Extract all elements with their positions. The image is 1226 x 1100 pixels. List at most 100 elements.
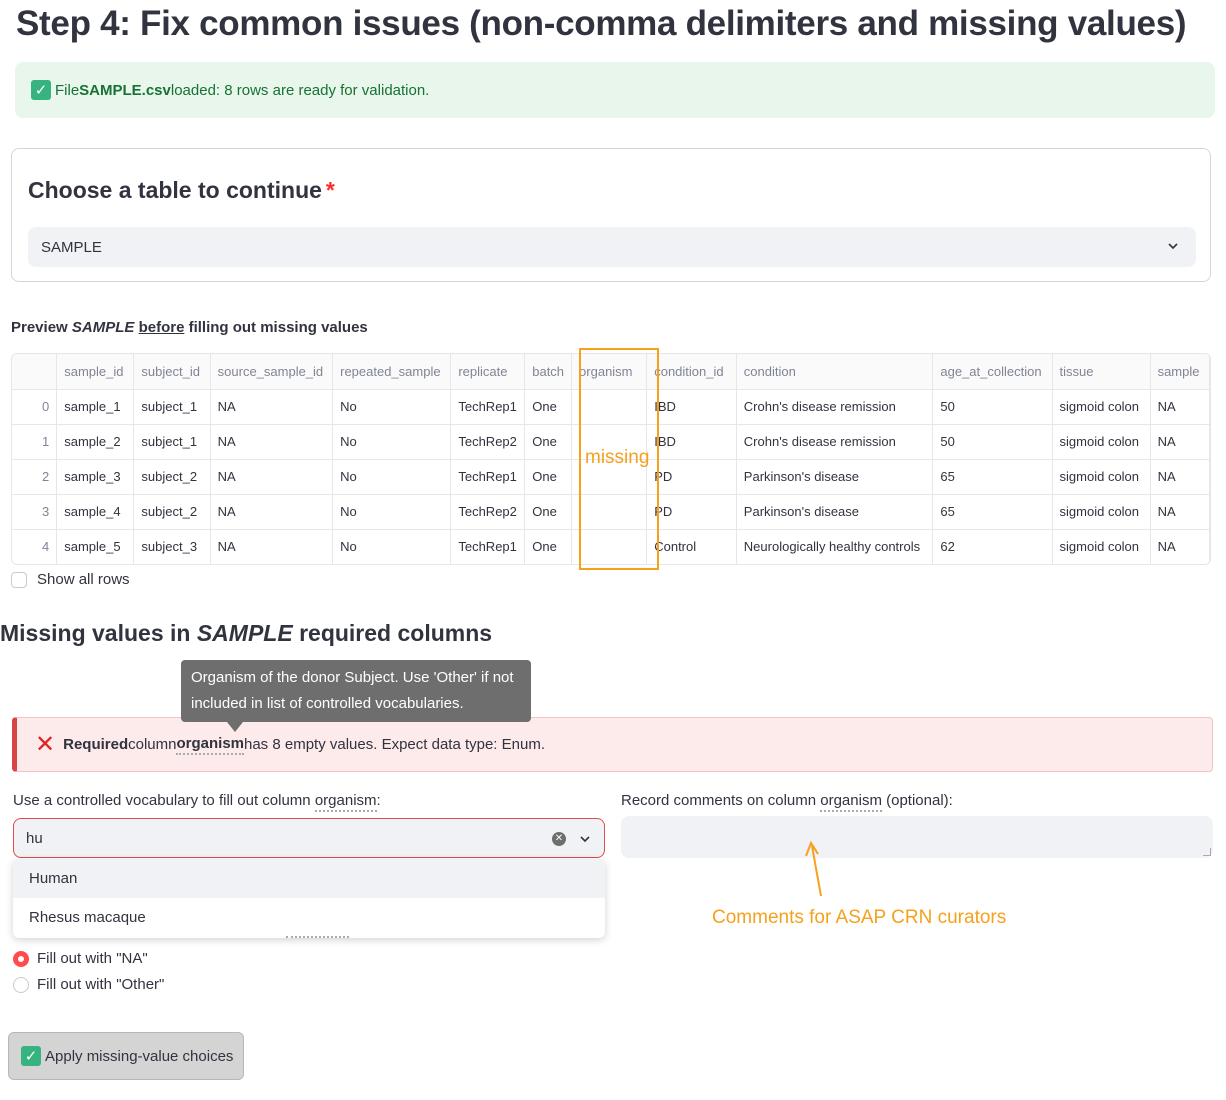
table-cell[interactable]: sample_2 xyxy=(56,424,135,460)
table-cell[interactable]: Crohn's disease remission xyxy=(736,389,934,425)
clear-icon[interactable]: ✕ xyxy=(552,832,566,846)
column-header[interactable]: batch xyxy=(524,354,573,390)
radio-fill-na[interactable]: Fill out with "NA" xyxy=(13,950,148,967)
table-cell[interactable]: NA xyxy=(1150,389,1210,425)
table-cell[interactable]: TechRep2 xyxy=(450,494,526,530)
comments-label-column[interactable]: organism xyxy=(820,792,882,812)
success-filename: SAMPLE.csv xyxy=(79,81,171,99)
table-cell[interactable]: NA xyxy=(210,424,334,460)
table-cell[interactable]: IBD xyxy=(646,389,737,425)
row-index[interactable]: 2 xyxy=(12,459,58,495)
vocab-label-column[interactable]: organism xyxy=(314,792,377,812)
table-cell[interactable]: 50 xyxy=(932,389,1053,425)
vocab-select-input[interactable]: hu ✕ xyxy=(13,818,605,858)
table-select-dropdown[interactable]: SAMPLE xyxy=(28,227,1196,267)
column-header[interactable]: subject_id xyxy=(133,354,211,390)
table-cell[interactable]: PD xyxy=(646,459,737,495)
column-header[interactable] xyxy=(12,354,58,390)
table-cell[interactable]: sigmoid colon xyxy=(1052,389,1151,425)
table-cell[interactable]: No xyxy=(332,494,452,530)
show-all-rows-checkbox[interactable]: Show all rows xyxy=(11,571,130,588)
radio-fill-other[interactable]: Fill out with "Other" xyxy=(13,976,164,993)
vocab-option-rhesus-macaque[interactable]: Rhesus macaque xyxy=(13,898,605,937)
table-cell[interactable]: TechRep1 xyxy=(450,389,526,425)
table-cell[interactable]: One xyxy=(524,529,573,564)
table-cell[interactable]: subject_3 xyxy=(133,529,211,564)
row-index[interactable]: 0 xyxy=(12,389,58,425)
table-cell[interactable]: subject_2 xyxy=(133,494,211,530)
table-cell[interactable]: TechRep2 xyxy=(450,424,526,460)
column-header[interactable]: sample_id xyxy=(56,354,135,390)
table-cell[interactable]: 65 xyxy=(932,494,1053,530)
column-header[interactable]: age_at_collection xyxy=(932,354,1053,390)
table-cell[interactable]: One xyxy=(524,494,573,530)
comments-textarea[interactable] xyxy=(621,816,1213,858)
table-cell[interactable]: One xyxy=(524,389,573,425)
table-cell[interactable]: 62 xyxy=(932,529,1053,564)
column-header[interactable]: source_sample_id xyxy=(210,354,334,390)
table-cell[interactable]: sigmoid colon xyxy=(1052,529,1151,564)
table-cell[interactable]: subject_2 xyxy=(133,459,211,495)
radio-selected-icon[interactable] xyxy=(13,950,29,967)
table-cell[interactable]: sample_1 xyxy=(56,389,135,425)
table-cell[interactable]: 50 xyxy=(932,424,1053,460)
table-cell[interactable]: 65 xyxy=(932,459,1053,495)
table-cell[interactable]: PD xyxy=(646,494,737,530)
table-cell[interactable]: Control xyxy=(646,529,737,564)
table-cell[interactable]: No xyxy=(332,389,452,425)
table-cell[interactable]: NA xyxy=(210,459,334,495)
missing-title-suffix: required columns xyxy=(292,620,493,646)
table-cell[interactable]: IBD xyxy=(646,424,737,460)
table-cell[interactable]: sigmoid colon xyxy=(1052,459,1151,495)
table-cell[interactable]: NA xyxy=(210,389,334,425)
table-cell[interactable]: sigmoid colon xyxy=(1052,424,1151,460)
table-cell[interactable]: Neurologically healthy controls xyxy=(736,529,934,564)
radio-na-label: Fill out with "NA" xyxy=(37,950,148,967)
vocab-option-human[interactable]: Human xyxy=(13,859,605,898)
preview-label: Preview SAMPLE before filling out missin… xyxy=(11,319,368,336)
table-cell[interactable]: One xyxy=(524,424,573,460)
table-cell[interactable]: sample_3 xyxy=(56,459,135,495)
table-cell[interactable]: TechRep1 xyxy=(450,529,526,564)
column-header[interactable]: tissue xyxy=(1052,354,1151,390)
preview-label-suffix: filling out missing values xyxy=(184,319,368,336)
table-cell[interactable]: subject_1 xyxy=(133,424,211,460)
row-index[interactable]: 3 xyxy=(12,494,58,530)
table-cell[interactable]: TechRep1 xyxy=(450,459,526,495)
preview-label-prefix: Preview xyxy=(11,319,72,336)
chevron-down-icon[interactable] xyxy=(580,834,590,844)
column-header[interactable]: condition_id xyxy=(646,354,737,390)
column-header[interactable]: replicate xyxy=(450,354,526,390)
table-cell[interactable]: Parkinson's disease xyxy=(736,459,934,495)
table-cell[interactable]: NA xyxy=(1150,459,1210,495)
table-cell[interactable]: NA xyxy=(210,529,334,564)
table-cell[interactable]: NA xyxy=(1150,494,1210,530)
column-header[interactable]: sample xyxy=(1150,354,1210,390)
table-cell[interactable]: NA xyxy=(1150,424,1210,460)
table-cell[interactable]: Parkinson's disease xyxy=(736,494,934,530)
row-index[interactable]: 4 xyxy=(12,529,58,564)
vocab-label: Use a controlled vocabulary to fill out … xyxy=(13,792,381,812)
hidden-label-underline xyxy=(286,936,349,938)
table-cell[interactable]: NA xyxy=(1150,529,1210,564)
table-cell[interactable]: Crohn's disease remission xyxy=(736,424,934,460)
error-column-name[interactable]: organism xyxy=(176,735,244,755)
table-cell[interactable]: sample_4 xyxy=(56,494,135,530)
table-cell[interactable]: sample_5 xyxy=(56,529,135,564)
table-cell[interactable]: One xyxy=(524,459,573,495)
table-cell[interactable]: subject_1 xyxy=(133,389,211,425)
radio-unselected-icon[interactable] xyxy=(13,976,29,993)
show-all-rows-label: Show all rows xyxy=(37,571,130,588)
resize-handle-icon[interactable] xyxy=(1203,848,1211,856)
table-cell[interactable]: No xyxy=(332,459,452,495)
apply-button-label: Apply missing-value choices xyxy=(45,1047,234,1065)
table-cell[interactable]: No xyxy=(332,424,452,460)
table-cell[interactable]: NA xyxy=(210,494,334,530)
table-cell[interactable]: No xyxy=(332,529,452,564)
column-header[interactable]: condition xyxy=(736,354,934,390)
checkbox-box[interactable] xyxy=(11,571,27,588)
column-header[interactable]: repeated_sample xyxy=(332,354,452,390)
table-cell[interactable]: sigmoid colon xyxy=(1052,494,1151,530)
row-index[interactable]: 1 xyxy=(12,424,58,460)
apply-missing-values-button[interactable]: ✓ Apply missing-value choices xyxy=(8,1032,244,1080)
